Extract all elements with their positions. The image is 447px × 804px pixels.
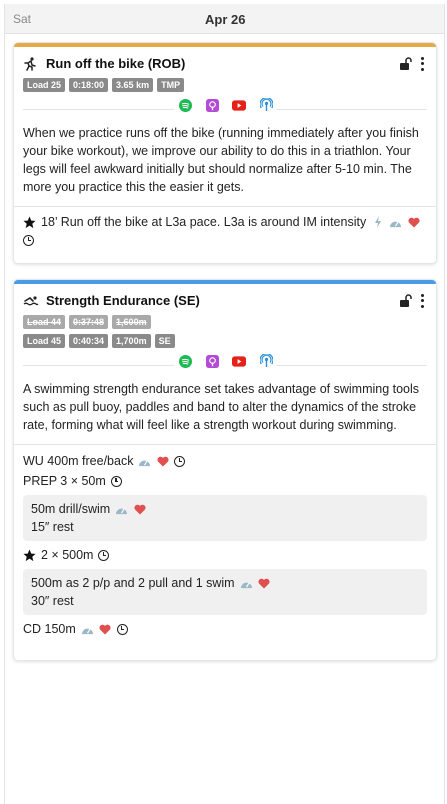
- distance-badge: 1,700m: [112, 334, 151, 348]
- warmup-row: WU 400m free/back: [23, 451, 427, 471]
- clock-icon: [23, 234, 34, 246]
- podcast-app-icon[interactable]: [205, 354, 219, 368]
- heart-icon: [156, 455, 169, 468]
- main-set-text: 2 × 500m: [41, 548, 94, 562]
- cooldown-row: CD 150m: [23, 619, 427, 639]
- heart-icon: [133, 503, 146, 516]
- star-icon: [23, 548, 36, 562]
- more-options-icon[interactable]: [421, 56, 425, 71]
- gauge-icon: [240, 577, 253, 590]
- card-title: Run off the bike (ROB): [46, 56, 186, 71]
- prep-text: PREP 3 × 50m: [23, 474, 106, 488]
- star-icon: [23, 215, 36, 229]
- podcast-icon[interactable]: [259, 98, 273, 112]
- podcast-app-icon[interactable]: [205, 98, 219, 112]
- prep-detail-box: 50m drill/swim 15″ rest: [23, 495, 427, 541]
- day-column: Sat Apr 26 Run off the bike (ROB) Load 2…: [4, 4, 445, 804]
- more-options-icon[interactable]: [421, 293, 425, 308]
- gauge-icon: [389, 216, 402, 229]
- warmup-text: WU 400m free/back: [23, 454, 134, 468]
- swimmer-icon: [23, 294, 39, 308]
- workout-badges: Load 25 0:18:00 3.65 km TMP: [14, 78, 436, 92]
- heart-icon: [258, 577, 271, 590]
- heart-icon: [407, 216, 420, 229]
- duration-badge: 0:18:00: [69, 78, 109, 92]
- duration-badge: 0:40:34: [69, 334, 109, 348]
- gauge-icon: [115, 503, 128, 516]
- main-set-text: 18’ Run off the bike at L3a pace. L3a is…: [41, 215, 367, 229]
- spotify-icon[interactable]: [178, 98, 192, 112]
- main-detail-box: 500m as 2 p/p and 2 pull and 1 swim 30″ …: [23, 569, 427, 615]
- old-distance-badge: 1,600m: [112, 315, 151, 329]
- day-name: Sat: [13, 12, 32, 26]
- podcast-icon[interactable]: [259, 354, 273, 368]
- media-row: [14, 352, 436, 372]
- clock-icon: [110, 475, 122, 487]
- load-badge: Load 45: [23, 334, 66, 348]
- gauge-icon: [138, 455, 151, 468]
- heart-icon: [99, 623, 112, 636]
- workout-description: When we practice runs off the bike (runn…: [14, 116, 436, 207]
- gauge-icon: [81, 623, 94, 636]
- main-set: 18’ Run off the bike at L3a pace. L3a is…: [14, 207, 436, 257]
- type-badge: TMP: [157, 78, 185, 92]
- prep-row: PREP 3 × 50m: [23, 471, 427, 491]
- workout-card-run[interactable]: Run off the bike (ROB) Load 25 0:18:00 3…: [13, 42, 437, 264]
- old-duration-badge: 0:37:48: [69, 315, 109, 329]
- card-title: Strength Endurance (SE): [46, 293, 200, 308]
- prep-detail-text: 50m drill/swim: [31, 502, 111, 516]
- clock-icon: [174, 455, 186, 467]
- main-set-row: 2 × 500m: [23, 545, 427, 565]
- unlock-icon[interactable]: [399, 56, 413, 71]
- cooldown-text: CD 150m: [23, 622, 76, 636]
- runner-icon: [23, 56, 39, 71]
- old-load-badge: Load 44: [23, 315, 66, 329]
- media-row: [14, 96, 436, 116]
- workout-card-swim[interactable]: Strength Endurance (SE) Load 44 0:37:48 …: [13, 279, 437, 661]
- unlock-icon[interactable]: [399, 293, 413, 308]
- spotify-icon[interactable]: [178, 354, 192, 368]
- distance-badge: 3.65 km: [112, 78, 154, 92]
- prep-rest-text: 15″ rest: [31, 520, 74, 534]
- youtube-icon[interactable]: [232, 354, 246, 368]
- clock-icon: [98, 549, 110, 561]
- workout-structure: WU 400m free/back PREP 3 × 50m 50m drill…: [14, 445, 436, 647]
- main-detail-text: 500m as 2 p/p and 2 pull and 1 swim: [31, 576, 235, 590]
- lightning-icon: [371, 216, 384, 229]
- clock-icon: [116, 623, 128, 635]
- type-badge: SE: [154, 334, 175, 348]
- previous-badges: Load 44 0:37:48 1,600m: [14, 315, 436, 329]
- load-badge: Load 25: [23, 78, 66, 92]
- workout-description: A swimming strength endurance set takes …: [14, 372, 436, 445]
- day-header: Sat Apr 26: [5, 4, 444, 34]
- main-rest-text: 30″ rest: [31, 594, 74, 608]
- youtube-icon[interactable]: [232, 98, 246, 112]
- workout-badges: Load 45 0:40:34 1,700m SE: [14, 334, 436, 348]
- day-date: Apr 26: [205, 12, 246, 27]
